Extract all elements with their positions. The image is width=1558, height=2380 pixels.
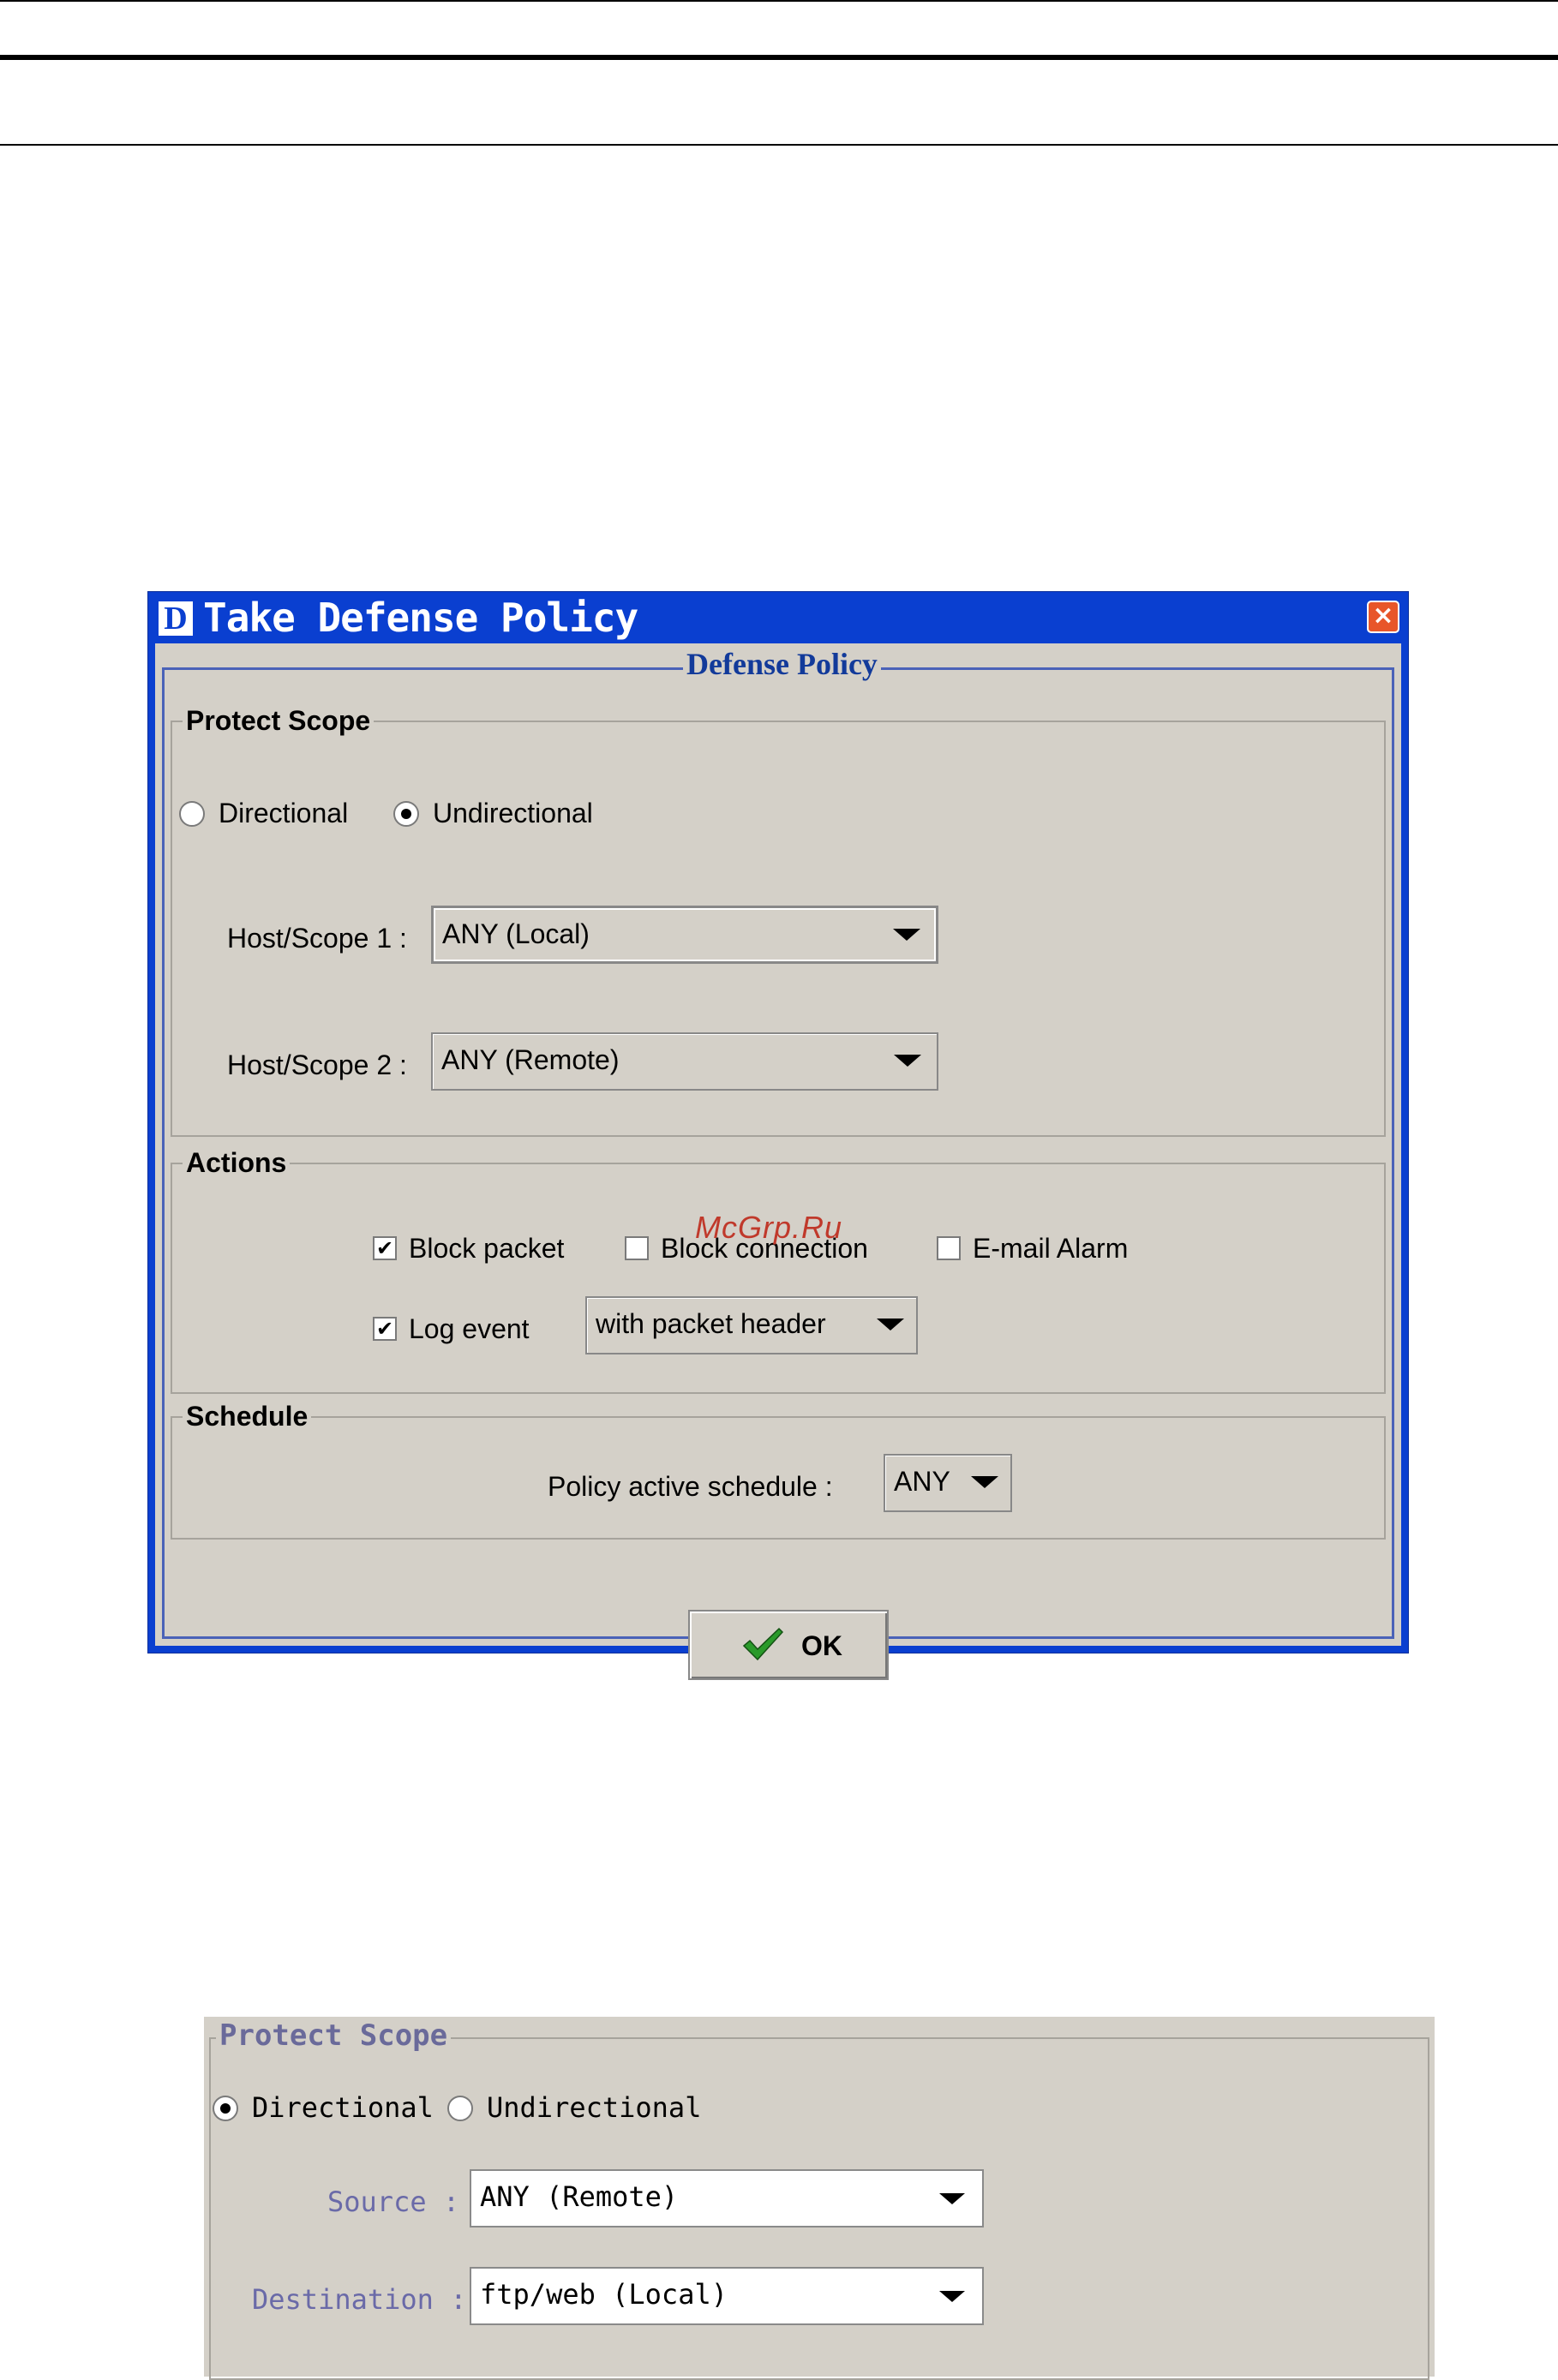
top-rule: [0, 0, 1558, 2]
log-event-label: Log event: [409, 1313, 530, 1344]
chevron-down-icon: [939, 2291, 965, 2302]
source-value: ANY (Remote): [480, 2180, 679, 2213]
close-button[interactable]: ×: [1367, 601, 1399, 633]
source-label: Source :: [327, 2186, 460, 2218]
protect-scope-directional-panel: Protect Scope Directional Undirectional …: [204, 2017, 1435, 2380]
chevron-down-icon: [877, 1319, 904, 1331]
ok-button[interactable]: OK: [688, 1610, 889, 1680]
dialog-title: Take Defense Policy: [203, 595, 638, 641]
email-alarm-checkbox[interactable]: [937, 1236, 961, 1260]
protect-scope-group: Protect Scope Directional Undirectional …: [171, 703, 1386, 1137]
destination-select[interactable]: ftp/web (Local): [470, 2267, 984, 2325]
block-connection-checkbox[interactable]: [625, 1236, 649, 1260]
actions-group: Actions ✔ Block packet Block connection …: [171, 1145, 1386, 1394]
schedule-select[interactable]: ANY: [884, 1454, 1012, 1512]
radio-directional-2[interactable]: [213, 2096, 238, 2121]
host-scope-1-select[interactable]: ANY (Local): [431, 906, 938, 964]
log-mode-value: with packet header: [596, 1308, 826, 1339]
actions-legend: Actions: [183, 1145, 291, 1180]
radio-directional-2-label: Directional: [252, 2091, 434, 2124]
radio-undirectional-2-label: Undirectional: [487, 2091, 702, 2124]
block-packet-checkbox[interactable]: ✔: [373, 1236, 397, 1260]
schedule-group: Schedule Policy active schedule : ANY: [171, 1399, 1386, 1540]
host-scope-2-select[interactable]: ANY (Remote): [431, 1032, 938, 1091]
schedule-value: ANY: [894, 1466, 950, 1497]
log-mode-select[interactable]: with packet header: [585, 1296, 918, 1354]
chevron-down-icon: [894, 1055, 921, 1067]
source-select[interactable]: ANY (Remote): [470, 2169, 984, 2228]
chevron-down-icon: [893, 929, 920, 941]
protect-scope-legend: Protect Scope: [183, 703, 375, 738]
header-rule-thick: [0, 55, 1558, 60]
email-alarm-label: E-mail Alarm: [973, 1233, 1129, 1264]
destination-label: Destination :: [252, 2283, 467, 2316]
host-scope-1-value: ANY (Local): [442, 918, 590, 949]
title-bar[interactable]: D Take Defense Policy ×: [148, 592, 1408, 643]
schedule-legend: Schedule: [183, 1399, 312, 1433]
radio-directional-label: Directional: [219, 798, 349, 828]
take-defense-policy-dialog: D Take Defense Policy × Defense Policy P…: [147, 591, 1409, 1680]
header-rule-thin: [0, 144, 1558, 146]
radio-undirectional-label: Undirectional: [433, 798, 593, 828]
log-event-checkbox[interactable]: ✔: [373, 1317, 397, 1341]
schedule-label: Policy active schedule :: [548, 1471, 833, 1502]
check-icon: [742, 1627, 784, 1661]
host-scope-1-label: Host/Scope 1 :: [227, 923, 407, 954]
ok-label: OK: [801, 1630, 842, 1661]
radio-directional[interactable]: [179, 801, 205, 827]
host-scope-2-value: ANY (Remote): [441, 1044, 620, 1075]
radio-undirectional-2[interactable]: [447, 2096, 473, 2121]
chevron-down-icon: [971, 1476, 998, 1488]
defense-policy-legend: Defense Policy: [683, 643, 881, 685]
block-packet-label: Block packet: [409, 1233, 565, 1264]
protect-scope-legend-2: Protect Scope: [216, 2017, 452, 2054]
dlink-logo-icon: D: [159, 601, 193, 636]
host-scope-2-label: Host/Scope 2 :: [227, 1049, 407, 1080]
dialog-client-area: Defense Policy Protect Scope Directional…: [155, 643, 1401, 1680]
radio-undirectional[interactable]: [393, 801, 419, 827]
destination-value: ftp/web (Local): [480, 2278, 728, 2311]
watermark: McGrp.Ru: [695, 1210, 843, 1245]
chevron-down-icon: [939, 2193, 965, 2204]
